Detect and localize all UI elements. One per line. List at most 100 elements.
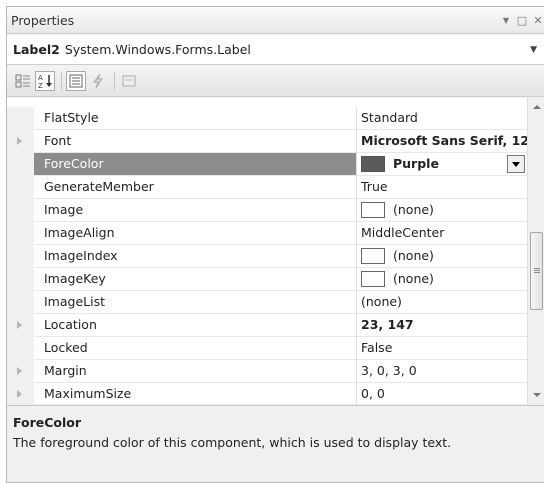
property-grid: FlatStyle Standard Font Microsoft Sans Seri… (7, 98, 544, 404)
scroll-down-icon[interactable] (533, 393, 541, 397)
scroll-up-icon[interactable] (533, 105, 541, 109)
property-value[interactable]: (none) (357, 245, 527, 268)
property-value-text: Standard (361, 110, 418, 125)
expand-arrow-icon[interactable] (17, 367, 22, 375)
row-gutter (7, 130, 34, 153)
property-name[interactable]: ImageAlign (34, 222, 357, 245)
object-selector[interactable]: Label2 System.Windows.Forms.Label ▼ (7, 35, 544, 65)
property-value[interactable]: 23, 147 (357, 314, 527, 337)
properties-toolbar: A Z (7, 66, 544, 97)
property-value[interactable]: (none) (357, 268, 527, 291)
alphabetical-icon: A Z (38, 74, 52, 89)
window-controls: ▼ □ ✕ (497, 7, 544, 34)
property-grid-scrollbar[interactable] (527, 98, 544, 404)
property-name[interactable]: Locked (34, 337, 357, 360)
property-row[interactable]: ImageList (none) (7, 291, 527, 314)
description-text: The foreground color of this component, … (13, 435, 452, 450)
row-gutter (7, 222, 34, 245)
property-row[interactable]: Locked False (7, 337, 527, 360)
property-row[interactable]: Font Microsoft Sans Serif, 12pt (7, 130, 527, 153)
property-value-text: False (361, 340, 393, 355)
property-name[interactable]: Image (34, 199, 357, 222)
property-pages-button[interactable] (119, 71, 139, 91)
expand-arrow-icon[interactable] (17, 390, 22, 398)
object-type: System.Windows.Forms.Label (64, 42, 251, 57)
property-row[interactable]: Margin 3, 0, 3, 0 (7, 360, 527, 383)
property-value[interactable]: Purple (357, 153, 527, 176)
window-close-icon[interactable]: ✕ (531, 14, 544, 27)
color-swatch (361, 271, 385, 287)
property-row[interactable]: MaximumSize 0, 0 (7, 383, 527, 404)
window-title: Properties (11, 12, 75, 28)
description-panel: ForeColor The foreground color of this c… (7, 405, 544, 482)
color-swatch (361, 248, 385, 264)
property-value[interactable]: 0, 0 (357, 383, 527, 404)
color-swatch (361, 202, 385, 218)
value-dropdown-button[interactable] (507, 155, 525, 173)
svg-text:Z: Z (38, 82, 43, 89)
grip-icon (534, 268, 540, 269)
property-value[interactable]: (none) (357, 199, 527, 222)
property-name[interactable]: FlatStyle (34, 107, 357, 130)
property-value[interactable]: (none) (357, 291, 527, 314)
toolbar-separator (61, 72, 62, 90)
property-value[interactable]: 3, 0, 3, 0 (357, 360, 527, 383)
row-gutter (7, 153, 34, 176)
window-dropdown-icon[interactable]: ▼ (499, 16, 513, 25)
scroll-thumb[interactable] (530, 232, 543, 310)
property-row[interactable]: ImageIndex (none) (7, 245, 527, 268)
row-gutter (7, 268, 34, 291)
property-name[interactable]: Margin (34, 360, 357, 383)
property-row[interactable]: GenerateMember True (7, 176, 527, 199)
expand-arrow-icon[interactable] (17, 137, 22, 145)
row-gutter (7, 199, 34, 222)
property-value-text: (none) (361, 294, 402, 309)
property-name[interactable]: MaximumSize (34, 383, 357, 404)
row-gutter (7, 107, 34, 130)
expand-arrow-icon[interactable] (17, 321, 22, 329)
property-row[interactable]: ImageAlign MiddleCenter (7, 222, 527, 245)
properties-icon (69, 74, 83, 88)
property-row[interactable]: FlatStyle Standard (7, 107, 527, 130)
title-bar: Properties ▼ □ ✕ (7, 7, 544, 34)
property-name[interactable]: Location (34, 314, 357, 337)
property-value[interactable]: Standard (357, 107, 527, 130)
color-swatch (361, 156, 385, 172)
property-row[interactable]: Image (none) (7, 199, 527, 222)
property-name[interactable]: ImageKey (34, 268, 357, 291)
events-icon (93, 73, 103, 89)
row-gutter (7, 314, 34, 337)
property-pages-icon (122, 75, 136, 87)
categorized-icon (15, 74, 30, 88)
property-name[interactable]: ImageIndex (34, 245, 357, 268)
categorized-button[interactable] (13, 71, 33, 91)
events-button[interactable] (88, 71, 108, 91)
properties-window: Properties ▼ □ ✕ Label2 System.Windows.F… (6, 6, 544, 483)
property-value[interactable]: MiddleCenter (357, 222, 527, 245)
svg-text:A: A (38, 74, 43, 82)
property-value-text: MiddleCenter (361, 225, 445, 240)
property-value-text: 0, 0 (361, 386, 385, 401)
object-name: Label2 (13, 42, 60, 57)
property-value-text: (none) (393, 202, 434, 217)
alphabetical-button[interactable]: A Z (35, 71, 55, 91)
row-gutter (7, 291, 34, 314)
property-value[interactable]: True (357, 176, 527, 199)
property-row[interactable]: Location 23, 147 (7, 314, 527, 337)
property-name[interactable]: ForeColor (34, 153, 357, 176)
row-gutter (7, 383, 34, 404)
properties-button[interactable] (66, 71, 86, 91)
row-gutter (7, 337, 34, 360)
property-value[interactable]: False (357, 337, 527, 360)
description-title: ForeColor (13, 415, 82, 430)
property-row[interactable]: ForeColor Purple (7, 153, 527, 176)
property-row[interactable]: ImageKey (none) (7, 268, 527, 291)
window-restore-icon[interactable]: □ (515, 14, 529, 27)
property-name[interactable]: ImageList (34, 291, 357, 314)
property-value-text: (none) (393, 248, 434, 263)
object-selector-dropdown-icon[interactable]: ▼ (530, 45, 537, 55)
property-name[interactable]: Font (34, 130, 357, 153)
property-value[interactable]: Microsoft Sans Serif, 12pt (357, 130, 527, 153)
property-value-text: 23, 147 (361, 317, 414, 332)
property-name[interactable]: GenerateMember (34, 176, 357, 199)
